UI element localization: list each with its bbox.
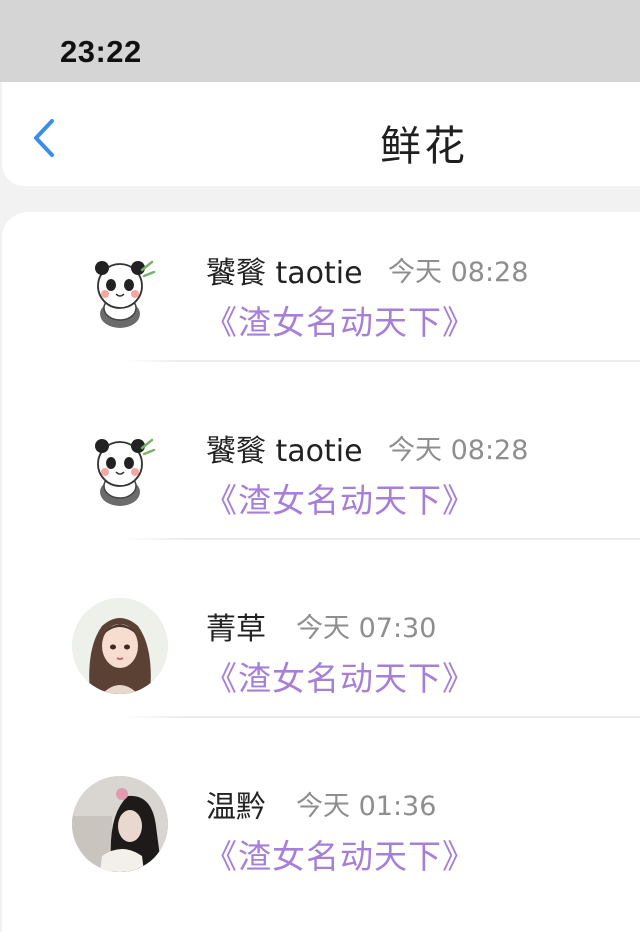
panda-avatar bbox=[72, 242, 168, 338]
navigation-bar: 鲜花 bbox=[2, 82, 640, 186]
status-time: 23:22 bbox=[60, 34, 142, 69]
status-bar: 23:22 bbox=[0, 0, 640, 82]
divider bbox=[122, 538, 640, 540]
list-item[interactable]: 饕餮 taotie 今天 08:28 《渣女名动天下》 bbox=[2, 212, 640, 390]
panda-avatar bbox=[72, 420, 168, 516]
list-item[interactable]: 菁草 今天 07:30 《渣女名动天下》 bbox=[2, 568, 640, 746]
message-text: 《渣女名动天下》 bbox=[204, 837, 476, 876]
message-text: 《渣女名动天下》 bbox=[204, 659, 476, 698]
list-item[interactable]: 饕餮 taotie 今天 08:28 《渣女名动天下》 bbox=[2, 390, 640, 568]
page-title: 鲜花 bbox=[380, 122, 468, 170]
girl-illustration-avatar bbox=[72, 598, 168, 694]
message-time: 今天 07:30 bbox=[296, 613, 437, 644]
sender-name: 温黔 bbox=[206, 790, 266, 825]
sender-name: 饕餮 taotie bbox=[206, 434, 363, 469]
message-time: 今天 08:28 bbox=[388, 435, 529, 466]
sender-name: 菁草 bbox=[206, 612, 266, 647]
divider bbox=[122, 360, 640, 362]
message-time: 今天 08:28 bbox=[388, 257, 529, 288]
flower-list: 饕餮 taotie 今天 08:28 《渣女名动天下》 饕餮 taotie 今天… bbox=[2, 212, 640, 932]
message-time: 今天 01:36 bbox=[296, 791, 437, 822]
girl-photo-avatar bbox=[72, 776, 168, 872]
message-text: 《渣女名动天下》 bbox=[204, 481, 476, 520]
list-item[interactable]: 温黔 今天 01:36 《渣女名动天下》 bbox=[2, 746, 640, 924]
divider bbox=[122, 716, 640, 718]
sender-name: 饕餮 taotie bbox=[206, 256, 363, 291]
message-text: 《渣女名动天下》 bbox=[204, 303, 476, 342]
